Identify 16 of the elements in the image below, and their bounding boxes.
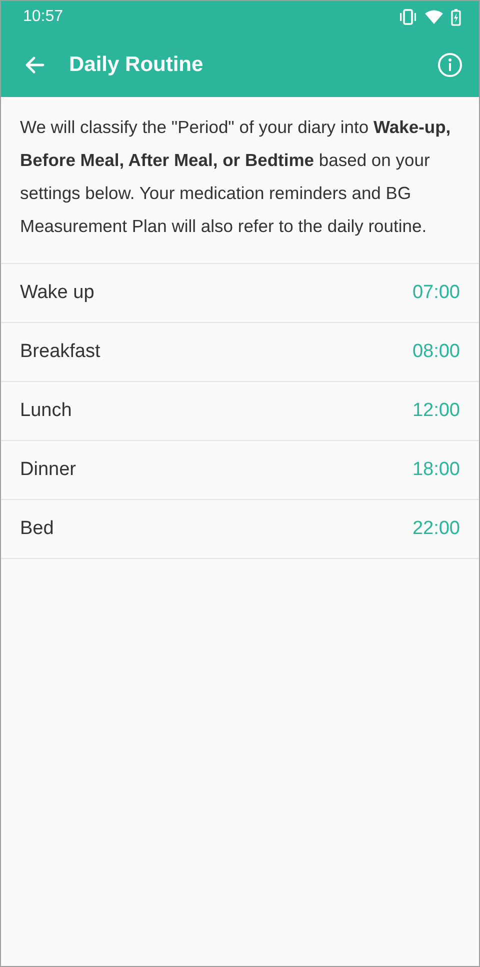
routine-label: Dinner: [20, 459, 76, 481]
battery-icon: [451, 8, 461, 26]
info-button[interactable]: [435, 50, 465, 80]
routine-label: Bed: [20, 518, 54, 540]
status-time: 10:57: [23, 8, 64, 26]
routine-time: 12:00: [412, 400, 460, 422]
vibrate-icon: [399, 9, 417, 25]
wifi-icon: [425, 10, 443, 24]
routine-label: Wake up: [20, 282, 94, 304]
routine-time: 22:00: [412, 518, 460, 540]
routine-time: 18:00: [412, 459, 460, 481]
routine-time: 08:00: [412, 341, 460, 363]
screen-title: Daily Routine: [69, 53, 204, 77]
routine-label: Breakfast: [20, 341, 100, 363]
routine-time: 07:00: [412, 282, 460, 304]
routine-label: Lunch: [20, 400, 72, 422]
